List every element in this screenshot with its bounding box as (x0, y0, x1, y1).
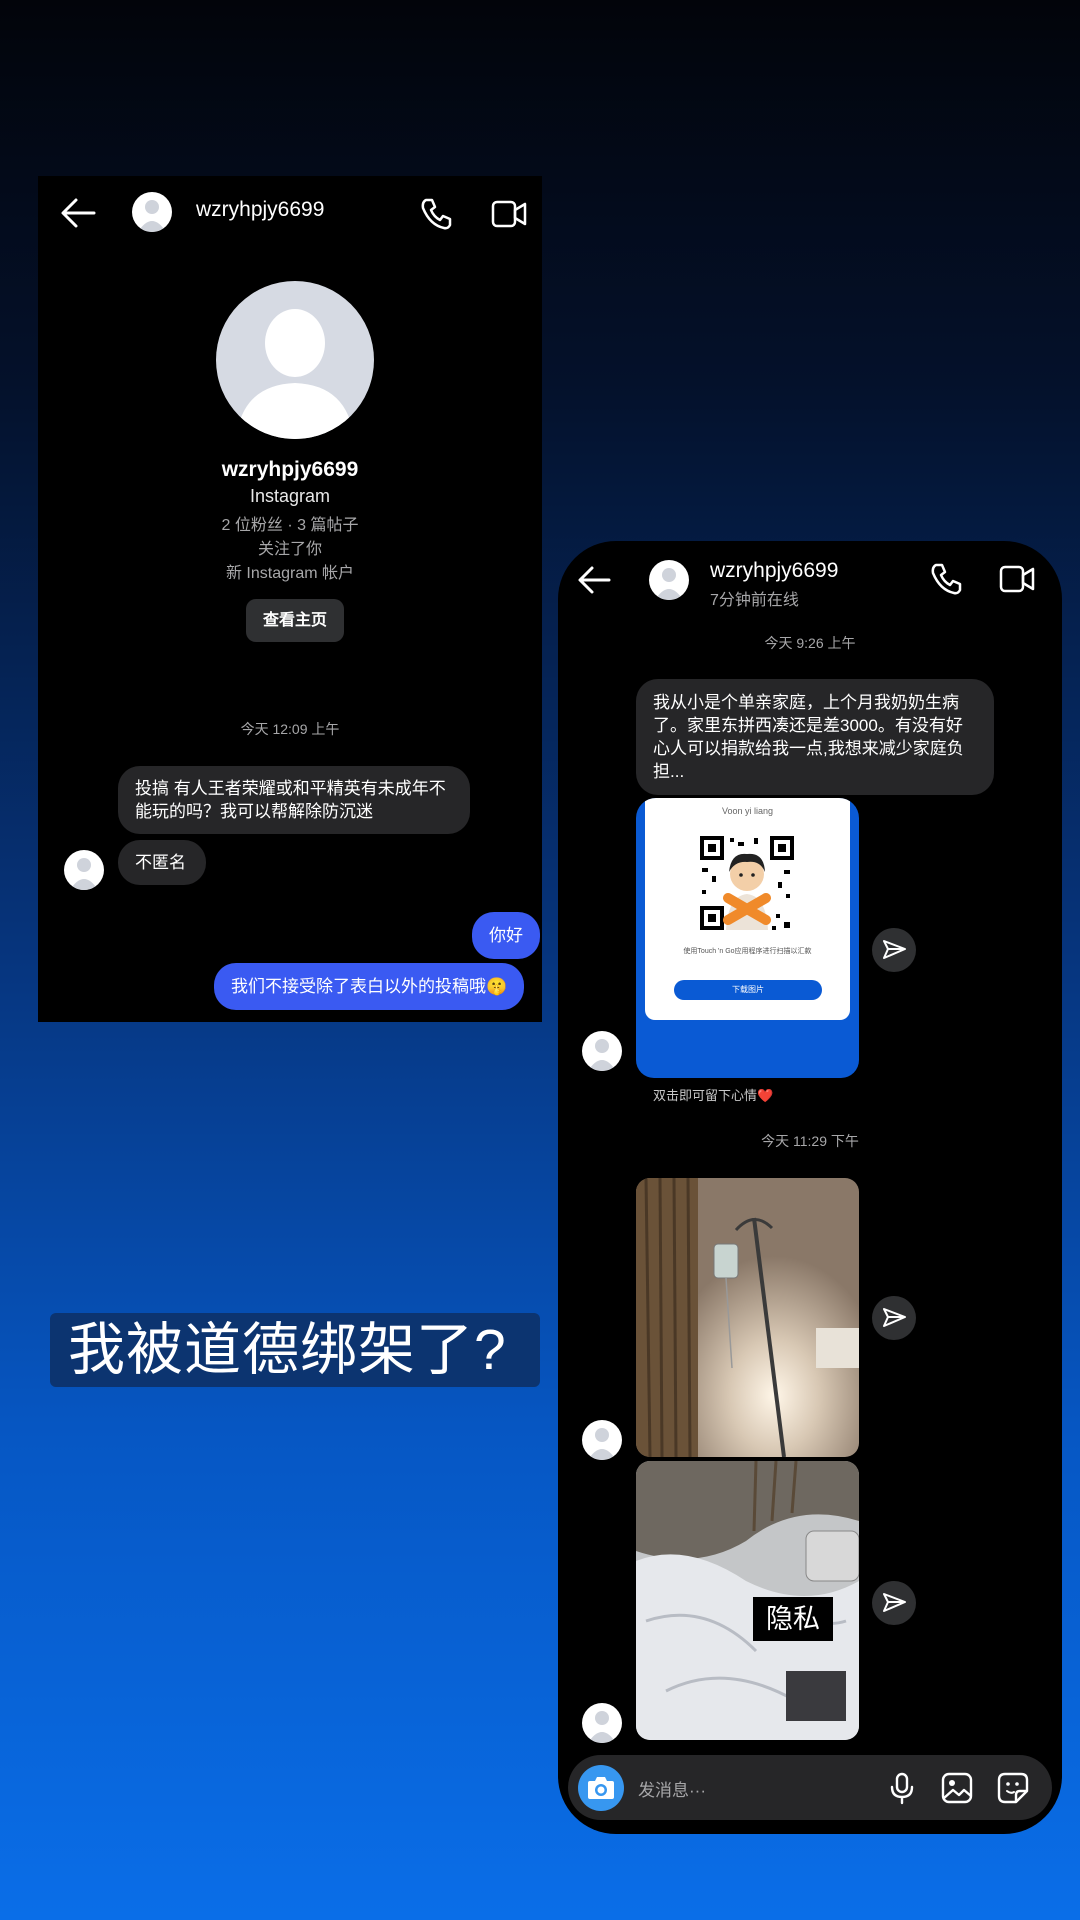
reaction-hint: 双击即可留下心情❤️ (653, 1088, 774, 1103)
back-button[interactable] (58, 196, 98, 230)
download-image-button[interactable]: 下载图片 (674, 980, 822, 1000)
voice-message-button[interactable] (886, 1771, 918, 1805)
timestamp: 今天 11:29 下午 (761, 1133, 859, 1149)
profile-avatar[interactable] (216, 281, 374, 439)
outgoing-message[interactable]: 我们不接受除了表白以外的投稿哦🤫 (214, 963, 525, 1010)
camera-button[interactable] (578, 1765, 624, 1811)
chat-header: wzryhpjy6699 (38, 176, 542, 248)
online-status: 7分钟前在线 (710, 592, 799, 609)
payment-qr-card[interactable]: Voon yi liang 使用Touch 'n Go应用程序进行扫描以汇款 下… (636, 798, 859, 1078)
view-profile-button[interactable]: 查看主页 (246, 599, 344, 642)
outgoing-message[interactable]: 你好 (472, 912, 540, 959)
back-button[interactable] (576, 565, 612, 595)
qr-code-icon (698, 834, 796, 932)
gallery-icon (941, 1772, 973, 1804)
video-call-button[interactable] (998, 561, 1036, 597)
incoming-message[interactable]: 投搞 有人王者荣耀或和平精英有未成年不能玩的吗？我可以帮解除防沉迷 (118, 766, 470, 834)
incoming-message[interactable]: 不匿名 (118, 840, 206, 885)
sender-avatar[interactable] (582, 1420, 622, 1460)
qr-card-body: Voon yi liang 使用Touch 'n Go应用程序进行扫描以汇款 下… (645, 798, 850, 1020)
privacy-label: 隐私 (753, 1597, 833, 1641)
video-camera-icon (999, 565, 1035, 593)
arrow-left-icon (61, 198, 96, 228)
camera-icon (588, 1777, 614, 1799)
chat-username: wzryhpjy6699 (710, 559, 839, 582)
message-input[interactable]: 发消息··· (638, 1776, 706, 1801)
phone-icon (931, 563, 962, 595)
share-button[interactable] (872, 928, 916, 972)
avatar[interactable] (132, 192, 172, 232)
sender-avatar[interactable] (64, 850, 104, 890)
profile-stats: 2 位粉丝 · 3 篇帖子 (221, 517, 359, 534)
send-icon (883, 940, 906, 959)
phone-icon (421, 198, 452, 230)
message-composer: 发消息··· (568, 1755, 1052, 1820)
voice-call-button[interactable] (418, 196, 454, 232)
chat-username: wzryhpjy6699 (196, 198, 325, 221)
timestamp: 今天 9:26 上午 (764, 635, 856, 651)
microphone-icon (890, 1772, 914, 1805)
caption-banner: 我被道德绑架了? (50, 1313, 540, 1387)
sticker-button[interactable] (996, 1771, 1030, 1805)
video-call-button[interactable] (490, 196, 528, 232)
avatar[interactable] (649, 560, 689, 600)
qr-caption: 使用Touch 'n Go应用程序进行扫描以汇款 (683, 948, 812, 955)
sender-avatar[interactable] (582, 1031, 622, 1071)
hospital-photo[interactable] (636, 1178, 859, 1457)
voice-call-button[interactable] (928, 561, 964, 597)
left-chat-screenshot: wzryhpjy6699 wzryhpjy6699 Instagram 2 位粉… (38, 176, 542, 1022)
profile-relation: 关注了你 (257, 541, 322, 558)
arrow-left-icon (578, 566, 611, 594)
profile-platform: Instagram (249, 486, 331, 506)
sticker-icon (997, 1772, 1029, 1804)
timestamp: 今天 12:09 上午 (240, 721, 340, 737)
gallery-button[interactable] (940, 1771, 974, 1805)
profile-name: wzryhpjy6699 (221, 458, 359, 481)
share-button[interactable] (872, 1296, 916, 1340)
send-icon (883, 1308, 906, 1327)
incoming-message[interactable]: 我从小是个单亲家庭，上个月我奶奶生病了。家里东拼西凑还是差3000。有没有好心人… (636, 679, 994, 795)
send-icon (883, 1593, 906, 1612)
share-button[interactable] (872, 1581, 916, 1625)
profile-account-note: 新 Instagram 帐户 (225, 565, 355, 582)
caption-title: 我被道德绑架了? (68, 1318, 507, 1382)
qr-payee-name: Voon yi liang (721, 806, 774, 816)
sender-avatar[interactable] (582, 1703, 622, 1743)
video-camera-icon (491, 200, 527, 228)
